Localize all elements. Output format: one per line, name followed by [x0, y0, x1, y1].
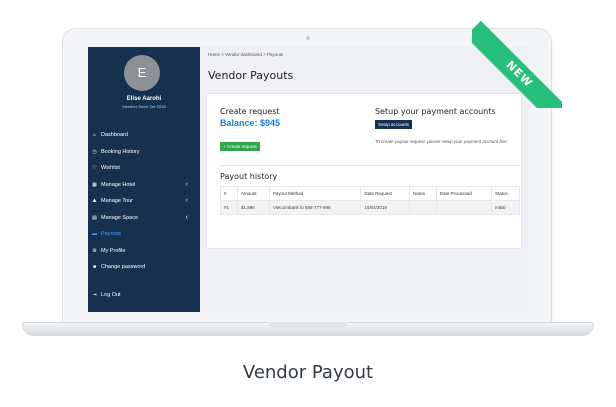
create-request-button[interactable]: + Create request	[220, 142, 260, 151]
home-icon: ⌂	[92, 132, 97, 139]
chevron-left-icon: ‹	[185, 180, 188, 188]
hiker-icon: ⛰	[92, 198, 97, 205]
table-cell: Initial	[490, 200, 521, 215]
heart-icon: ♡	[92, 165, 97, 172]
sidebar-nav: ⌂ Dashboard ◷ Booking History ♡ Wishlist…	[88, 127, 200, 276]
logout-label: Log Out	[101, 292, 121, 298]
table-cell: 10/04/2019	[360, 200, 411, 215]
sidebar-item-change-password[interactable]: ■ Change password	[88, 259, 200, 276]
payout-history-title: Payout history	[220, 172, 278, 181]
setup-accounts-title: Setup your payment accounts	[375, 107, 496, 116]
lock-icon: ■	[92, 264, 97, 271]
clock-icon: ◷	[92, 148, 97, 155]
camera-dot	[306, 36, 310, 40]
column-header: #	[220, 186, 238, 201]
new-ribbon-label: NEW	[472, 20, 562, 108]
column-header: Notes	[409, 186, 437, 201]
sidebar-item-manage-hotel[interactable]: ▦ Manage Hotel ‹	[88, 177, 200, 194]
new-ribbon: NEW	[472, 18, 562, 108]
setup-accounts-button[interactable]: Setup accounts	[375, 120, 413, 129]
sidebar-item-booking-history[interactable]: ◷ Booking History	[88, 144, 200, 161]
dollar-icon: ▬	[92, 231, 97, 238]
sidebar-item-wishlist[interactable]: ♡ Wishlist	[88, 160, 200, 177]
table-cell: Vietcombank to 888-777-999	[268, 200, 362, 215]
payout-card: Create request Balance: $945 + Create re…	[206, 93, 522, 249]
column-header: Payout Method	[268, 186, 362, 201]
sidebar-item-label: Dashboard	[101, 132, 128, 139]
sidebar: E Elise Aarohi Member Since Oct 2018 ⌂ D…	[88, 47, 200, 312]
logout-icon: ⇥	[92, 292, 97, 298]
chevron-left-icon: ‹	[185, 197, 188, 204]
space-icon: ▤	[92, 214, 97, 221]
column-header: Amount	[236, 186, 270, 201]
sidebar-item-label: Change password	[101, 264, 146, 271]
column-header: Date Request	[360, 186, 411, 201]
table-cell	[435, 200, 492, 215]
laptop-notch	[268, 322, 348, 327]
setup-note: To create payout request, please setup y…	[375, 139, 507, 144]
laptop-screen: E Elise Aarohi Member Since Oct 2018 ⌂ D…	[88, 47, 528, 312]
breadcrumb[interactable]: Home > Vendor dashboard > Payouts	[208, 52, 283, 57]
sidebar-item-label: Wishlist	[101, 165, 120, 172]
sidebar-item-label: Booking History	[101, 148, 140, 155]
avatar[interactable]: E	[124, 55, 160, 91]
caption: Vendor Payout	[242, 362, 374, 383]
sidebar-item-label: Manage Tour	[101, 198, 134, 205]
sidebar-item-dashboard[interactable]: ⌂ Dashboard	[88, 127, 200, 144]
sidebar-item-label: Manage Space	[101, 214, 138, 221]
product-showcase: E Elise Aarohi Member Since Oct 2018 ⌂ D…	[0, 0, 616, 407]
logout-link[interactable]: ⇥ Log Out	[91, 292, 121, 298]
cogs-icon: ⚙	[92, 247, 97, 254]
chevron-left-icon: ‹	[185, 213, 188, 221]
user-name: Elise Aarohi	[126, 96, 162, 102]
table-row: #1 $1,890 Vietcombank to 888-777-999 10/…	[220, 200, 521, 215]
sidebar-item-label: My Profile	[101, 247, 126, 254]
column-header: Status	[490, 186, 521, 201]
table-cell	[409, 200, 437, 215]
table-cell: #1	[220, 200, 238, 215]
building-icon: ▦	[92, 181, 97, 188]
page-title: Vendor Payouts	[208, 69, 294, 82]
table-header-row: # Amount Payout Method Date Request Note…	[220, 186, 521, 201]
create-request-title: Create request	[220, 107, 280, 116]
sidebar-item-manage-tour[interactable]: ⛰ Manage Tour ‹	[88, 193, 200, 210]
table-cell: $1,890	[236, 200, 270, 215]
member-since: Member Since Oct 2018	[122, 104, 166, 109]
payout-history-table: # Amount Payout Method Date Request Note…	[220, 186, 521, 215]
balance-value: Balance: $945	[220, 118, 281, 128]
column-header: Date Processed	[435, 186, 492, 201]
divider	[220, 165, 520, 166]
sidebar-item-manage-space[interactable]: ▤ Manage Space ‹	[88, 210, 200, 227]
sidebar-item-my-profile[interactable]: ⚙ My Profile	[88, 243, 200, 260]
sidebar-item-label: Payouts	[101, 231, 121, 238]
sidebar-item-label: Manage Hotel	[101, 181, 136, 188]
sidebar-item-payouts[interactable]: ▬ Payouts	[88, 226, 200, 243]
